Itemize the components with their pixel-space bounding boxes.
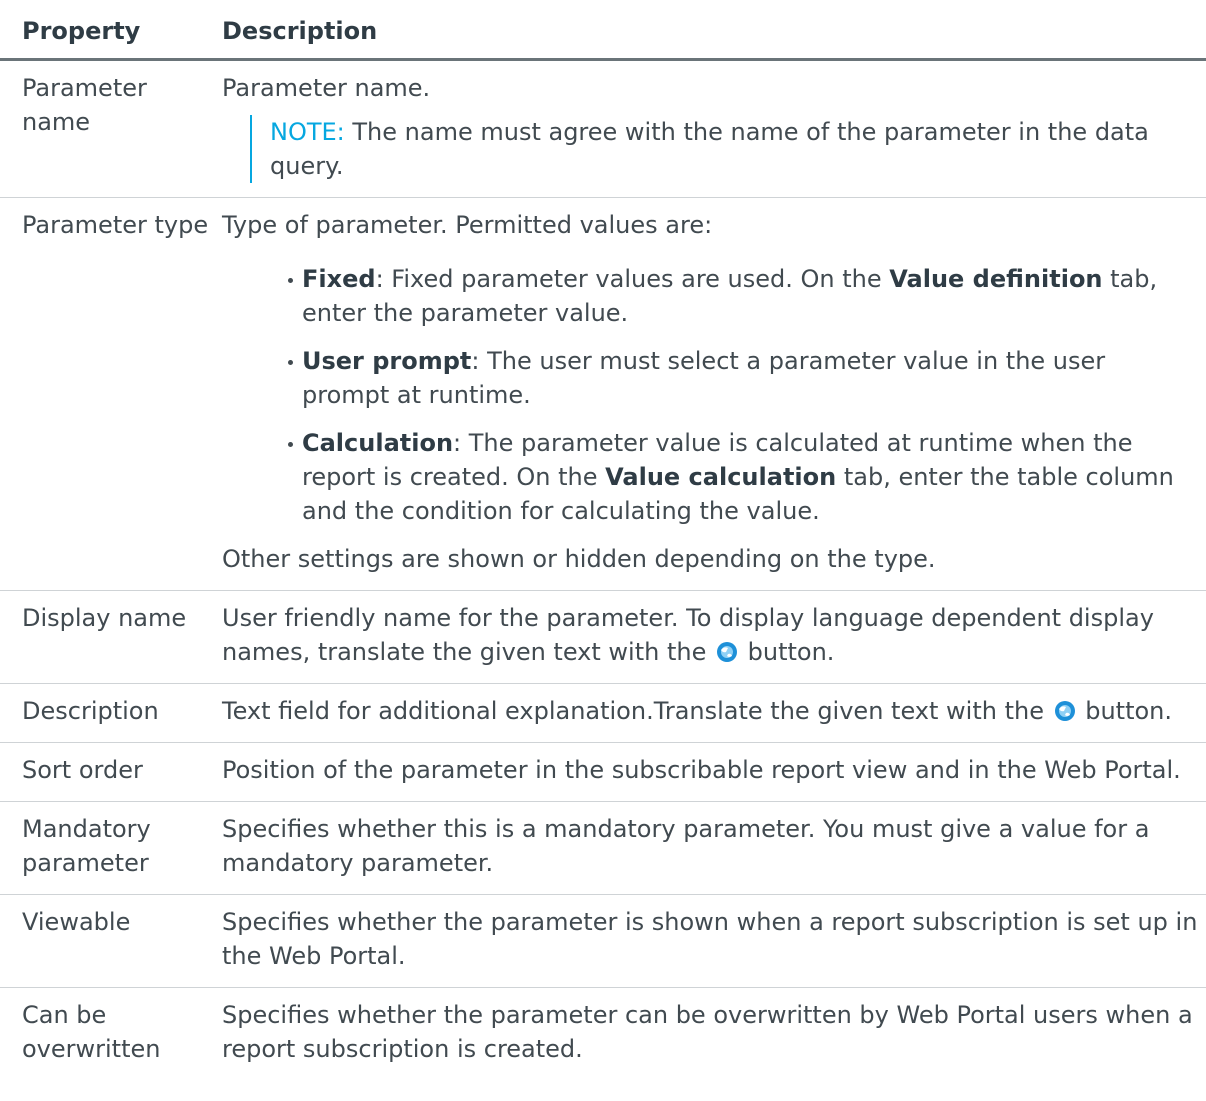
table-row: Can be overwritten Specifies whether the…: [0, 988, 1206, 1080]
description-text: Position of the parameter in the subscri…: [222, 756, 1181, 784]
property-label: Mandatory parameter: [22, 815, 151, 877]
description-text-part: button.: [1085, 697, 1173, 725]
list-text: : Fixed parameter values are used. On th…: [375, 265, 890, 293]
description-text: Specifies whether the parameter is shown…: [222, 908, 1198, 970]
property-label: Can be overwritten: [22, 1001, 161, 1063]
description-text: Type of parameter. Permitted values are:: [222, 211, 713, 239]
tab-name: Value definition: [889, 265, 1103, 293]
table-row: Display name User friendly name for the …: [0, 591, 1206, 684]
table-row: Viewable Specifies whether the parameter…: [0, 895, 1206, 988]
header-property: Property: [22, 17, 141, 45]
description-text: Text field for additional explanation.Tr…: [222, 694, 1198, 728]
description-text: Parameter name.: [222, 74, 431, 102]
property-table: Property Description Parameter name Para…: [0, 0, 1206, 1080]
property-label: Parameter name: [22, 74, 147, 136]
property-description: Type of parameter. Permitted values are:…: [222, 198, 1206, 590]
property-label: Viewable: [22, 908, 131, 936]
description-text-part: User friendly name for the parameter. To…: [222, 604, 1154, 666]
list-term: Calculation: [302, 429, 454, 457]
value-list: Fixed: Fixed parameter values are used. …: [222, 262, 1198, 528]
property-description: Position of the parameter in the subscri…: [222, 743, 1206, 801]
table-header: Property Description: [0, 0, 1206, 61]
globe-translate-icon: [1054, 701, 1075, 721]
list-item: Fixed: Fixed parameter values are used. …: [288, 262, 1198, 330]
property-label: Description: [22, 697, 159, 725]
property-description: Specifies whether the parameter can be o…: [222, 988, 1206, 1080]
property-description: Text field for additional explanation.Tr…: [222, 684, 1206, 742]
property-description: Specifies whether this is a mandatory pa…: [222, 802, 1206, 894]
note-block: NOTE: The name must agree with the name …: [250, 115, 1198, 183]
property-description: User friendly name for the parameter. To…: [222, 591, 1206, 683]
description-text-part: Text field for additional explanation.Tr…: [222, 697, 1052, 725]
list-term: User prompt: [302, 347, 472, 375]
header-description: Description: [222, 17, 378, 45]
property-label: Parameter type: [22, 211, 209, 239]
property-label: Sort order: [22, 756, 143, 784]
description-text: Other settings are shown or hidden depen…: [222, 545, 936, 573]
table-row: Parameter name Parameter name. NOTE: The…: [0, 61, 1206, 198]
table-row: Mandatory parameter Specifies whether th…: [0, 802, 1206, 895]
note-text: The name must agree with the name of the…: [270, 118, 1149, 180]
list-term: Fixed: [302, 265, 376, 293]
list-item: Calculation: The parameter value is calc…: [288, 426, 1198, 528]
note-label: NOTE:: [270, 118, 345, 146]
table-row: Sort order Position of the parameter in …: [0, 743, 1206, 802]
table-row: Parameter type Type of parameter. Permit…: [0, 198, 1206, 591]
list-item: User prompt: The user must select a para…: [288, 344, 1198, 412]
description-text-part: button.: [740, 638, 835, 666]
globe-translate-icon: [717, 642, 737, 662]
table-row: Description Text field for additional ex…: [0, 684, 1206, 743]
description-text: Specifies whether this is a mandatory pa…: [222, 815, 1150, 877]
property-label: Display name: [22, 604, 187, 632]
property-description: Specifies whether the parameter is shown…: [222, 895, 1206, 987]
tab-name: Value calculation: [605, 463, 837, 491]
property-description: Parameter name. NOTE: The name must agre…: [222, 61, 1206, 197]
description-text: Specifies whether the parameter can be o…: [222, 1001, 1193, 1063]
description-text: User friendly name for the parameter. To…: [222, 601, 1198, 669]
